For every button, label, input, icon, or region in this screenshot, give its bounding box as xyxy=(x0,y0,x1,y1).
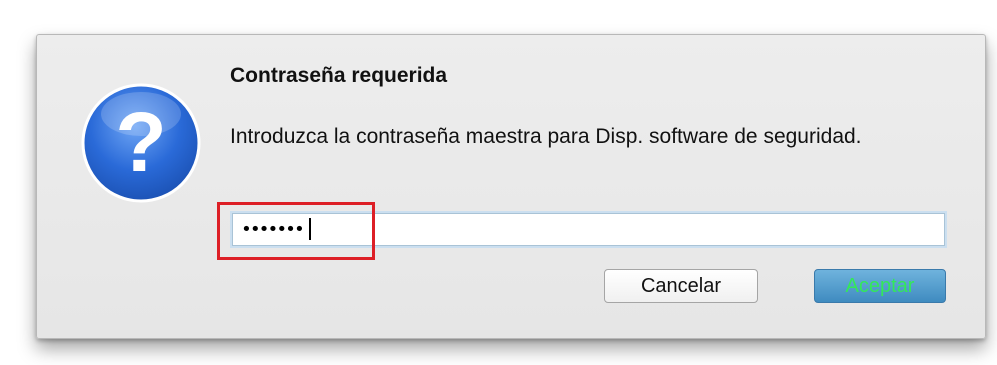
question-icon: ? xyxy=(81,83,201,203)
dialog-title: Contraseña requerida xyxy=(230,64,448,87)
svg-text:?: ? xyxy=(115,95,166,189)
dialog-message: Introduzca la contraseña maestra para Di… xyxy=(230,125,862,148)
accept-button[interactable]: Aceptar xyxy=(814,269,946,303)
cancel-button[interactable]: Cancelar xyxy=(604,269,758,303)
highlight-annotation xyxy=(217,202,375,260)
